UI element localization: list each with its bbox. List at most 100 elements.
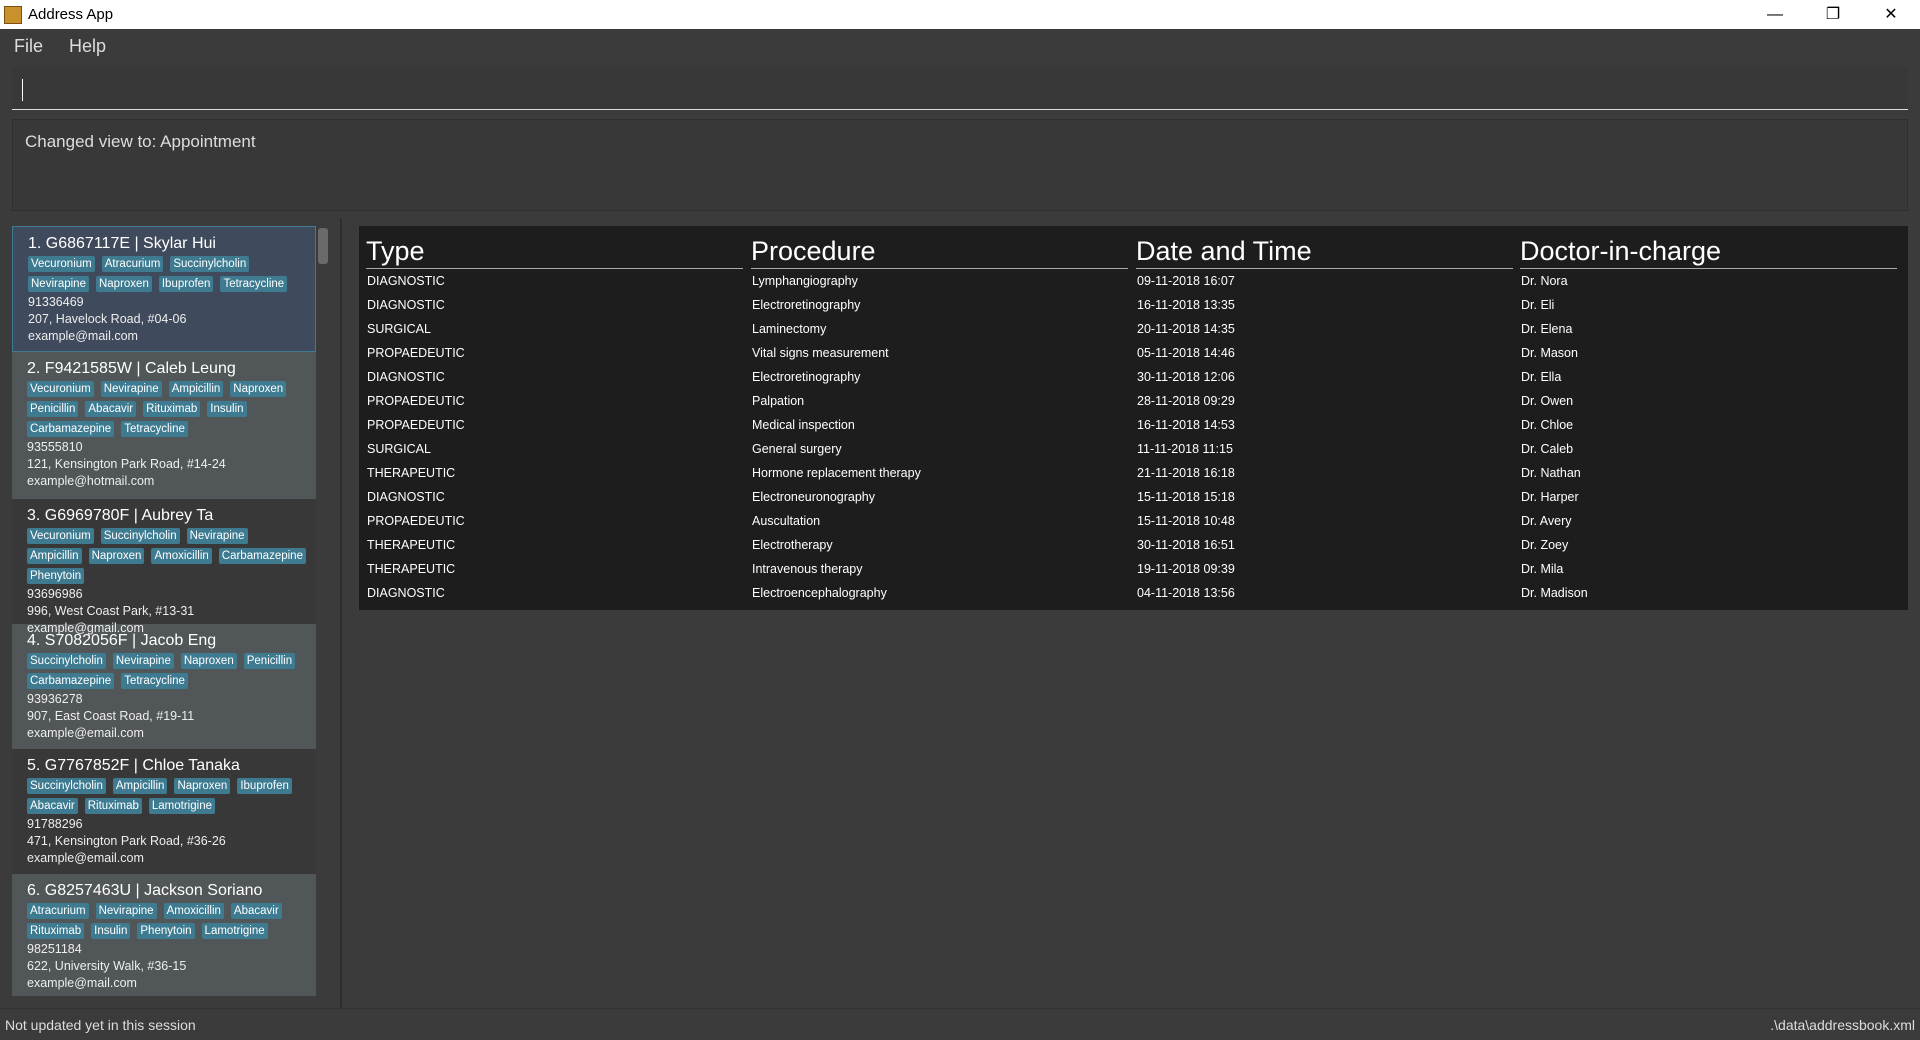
table-row[interactable]: PROPAEDEUTIC Vital signs measurement 05-11…: [359, 342, 1908, 366]
table-cell: PROPAEDEUTIC: [367, 418, 465, 432]
table-cell: 15-11-2018 10:48: [1137, 514, 1235, 528]
split-divider[interactable]: [340, 218, 342, 1008]
table-row[interactable]: PROPAEDEUTIC Palpation 28-11-2018 09:29 Dr.…: [359, 390, 1908, 414]
allergy-tag: Succinylcholin: [27, 653, 106, 669]
table-cell: DIAGNOSTIC: [367, 586, 445, 600]
person-title: 5. G7767852F | Chloe Tanaka: [27, 757, 240, 774]
allergy-tag: Tetracycline: [220, 276, 288, 292]
person-card[interactable]: 3. G6969780F | Aubrey Ta Vecuronium Succin…: [12, 499, 316, 635]
table-cell: DIAGNOSTIC: [367, 490, 445, 504]
person-title: 1. G6867117E | Skylar Hui: [28, 235, 216, 252]
appointment-table: Type Procedure Date and Time Doctor-in-char…: [359, 226, 1908, 610]
table-cell: DIAGNOSTIC: [367, 274, 445, 288]
table-cell: Intravenous therapy: [752, 562, 863, 576]
table-cell: Dr. Mila: [1521, 562, 1564, 576]
minimize-button[interactable]: —: [1746, 0, 1804, 29]
table-cell: 15-11-2018 15:18: [1137, 490, 1235, 504]
close-button[interactable]: ✕: [1862, 0, 1920, 29]
table-cell: DIAGNOSTIC: [367, 370, 445, 384]
table-cell: Palpation: [752, 394, 805, 408]
person-phone: 91788296: [27, 817, 83, 831]
table-cell: Electrotherapy: [752, 538, 833, 552]
table-row[interactable]: DIAGNOSTIC Electroretinography 30-11-2018 …: [359, 366, 1908, 390]
table-cell: 16-11-2018 14:53: [1137, 418, 1235, 432]
table-cell: Dr. Ella: [1521, 370, 1562, 384]
menu-help[interactable]: Help: [65, 36, 110, 57]
table-cell: 16-11-2018 13:35: [1137, 298, 1235, 312]
column-header[interactable]: Doctor-in-charge: [1520, 236, 1897, 269]
allergy-tag: Atracurium: [27, 903, 89, 919]
table-cell: Auscultation: [752, 514, 821, 528]
table-cell: Dr. Nathan: [1521, 466, 1581, 480]
column-header[interactable]: Type: [366, 236, 743, 269]
table-cell: Hormone replacement therapy: [752, 466, 921, 480]
allergy-tag: Carbamazepine: [218, 548, 306, 564]
sync-status: Not updated yet in this session: [5, 1017, 196, 1033]
table-cell: Dr. Harper: [1521, 490, 1579, 504]
person-email: example@mail.com: [28, 329, 138, 343]
table-cell: THERAPEUTIC: [367, 562, 456, 576]
table-cell: Lymphangiography: [752, 274, 858, 288]
person-card[interactable]: 5. G7767852F | Chloe Tanaka Succinylcholi…: [12, 749, 316, 874]
window-title: Address App: [28, 6, 114, 23]
table-row[interactable]: SURGICAL Laminectomy 20-11-2018 14:35 Dr. E…: [359, 318, 1908, 342]
allergy-tag: Abacavir: [27, 798, 78, 814]
table-row[interactable]: THERAPEUTIC Intravenous therapy 19-11-2018…: [359, 558, 1908, 582]
table-row[interactable]: PROPAEDEUTIC Medical inspection 16-11-2018…: [359, 414, 1908, 438]
table-cell: SURGICAL: [367, 442, 431, 456]
table-cell: SURGICAL: [367, 322, 431, 336]
table-row[interactable]: DIAGNOSTIC Electroretinography 16-11-2018 …: [359, 294, 1908, 318]
allergy-tag: Naproxen: [174, 778, 231, 794]
person-address: 207, Havelock Road, #04-06: [28, 312, 187, 326]
person-title: 2. F9421585W | Caleb Leung: [27, 360, 236, 377]
allergy-tag: Ibuprofen: [158, 276, 214, 292]
table-cell: Dr. Owen: [1521, 394, 1574, 408]
table-cell: Dr. Avery: [1521, 514, 1572, 528]
person-email: example@hotmail.com: [27, 474, 155, 488]
person-email: example@email.com: [27, 851, 144, 865]
person-card[interactable]: 6. G8257463U | Jackson Soriano Atracurium…: [12, 874, 316, 996]
allergy-tag: Phenytoin: [137, 923, 195, 939]
person-card[interactable]: 4. S7082056F | Jacob Eng Succinylcholin Ne…: [12, 624, 316, 749]
allergy-tag: Penicillin: [27, 401, 79, 417]
allergy-tag: Nevirapine: [28, 276, 89, 292]
table-cell: THERAPEUTIC: [367, 538, 456, 552]
save-location: .\data\addressbook.xml: [1770, 1017, 1915, 1033]
allergy-tag: Tetracycline: [121, 673, 188, 689]
allergy-tag: Abacavir: [85, 401, 137, 417]
table-row[interactable]: DIAGNOSTIC Electroencephalography 04-11-20…: [359, 582, 1908, 606]
status-bar: Not updated yet in this session .\data\a…: [0, 1008, 1920, 1040]
table-row[interactable]: SURGICAL General surgery 11-11-2018 11:15 D…: [359, 438, 1908, 462]
allergy-tag: Ampicillin: [112, 778, 168, 794]
table-cell: Electroneuronography: [752, 490, 875, 504]
column-header[interactable]: Date and Time: [1136, 236, 1513, 269]
table-row[interactable]: DIAGNOSTIC Electroneuronography 15-11-2018…: [359, 486, 1908, 510]
person-phone: 93555810: [27, 440, 83, 454]
maximize-button[interactable]: ❐: [1804, 0, 1862, 29]
allergy-tag: Lamotrigine: [148, 798, 215, 814]
table-cell: Laminectomy: [752, 322, 827, 336]
table-cell: Electroencephalography: [752, 586, 887, 600]
menu-file[interactable]: File: [10, 36, 47, 57]
person-card[interactable]: 2. F9421585W | Caleb Leung Vecuronium Nevi…: [12, 352, 316, 499]
person-address: 471, Kensington Park Road, #36-26: [27, 834, 226, 848]
person-card[interactable]: 1. G6867117E | Skylar Hui Vecuronium Atrac…: [12, 226, 316, 352]
allergy-tag: Naproxen: [95, 276, 152, 292]
allergy-tag: Nevirapine: [186, 528, 248, 544]
allergy-tag: Naproxen: [88, 548, 145, 564]
table-cell: 04-11-2018 13:56: [1137, 586, 1235, 600]
command-input[interactable]: [12, 67, 1908, 110]
person-title: 4. S7082056F | Jacob Eng: [27, 632, 217, 649]
allergy-tag: Phenytoin: [27, 568, 85, 584]
column-header[interactable]: Procedure: [751, 236, 1128, 269]
allergy-tag: Amoxicillin: [163, 903, 224, 919]
table-row[interactable]: DIAGNOSTIC Lymphangiography 09-11-2018 16:…: [359, 270, 1908, 294]
list-scrollbar[interactable]: [318, 228, 328, 264]
allergy-tag: Succinylcholin: [170, 256, 250, 272]
table-row[interactable]: PROPAEDEUTIC Auscultation 15-11-2018 10:48…: [359, 510, 1908, 534]
allergy-tag: Ibuprofen: [237, 778, 292, 794]
person-list[interactable]: 1. G6867117E | Skylar Hui Vecuronium Atrac…: [12, 226, 316, 996]
table-row[interactable]: THERAPEUTIC Hormone replacement therapy 21…: [359, 462, 1908, 486]
person-address: 121, Kensington Park Road, #14-24: [27, 457, 226, 471]
table-row[interactable]: THERAPEUTIC Electrotherapy 30-11-2018 16:5…: [359, 534, 1908, 558]
